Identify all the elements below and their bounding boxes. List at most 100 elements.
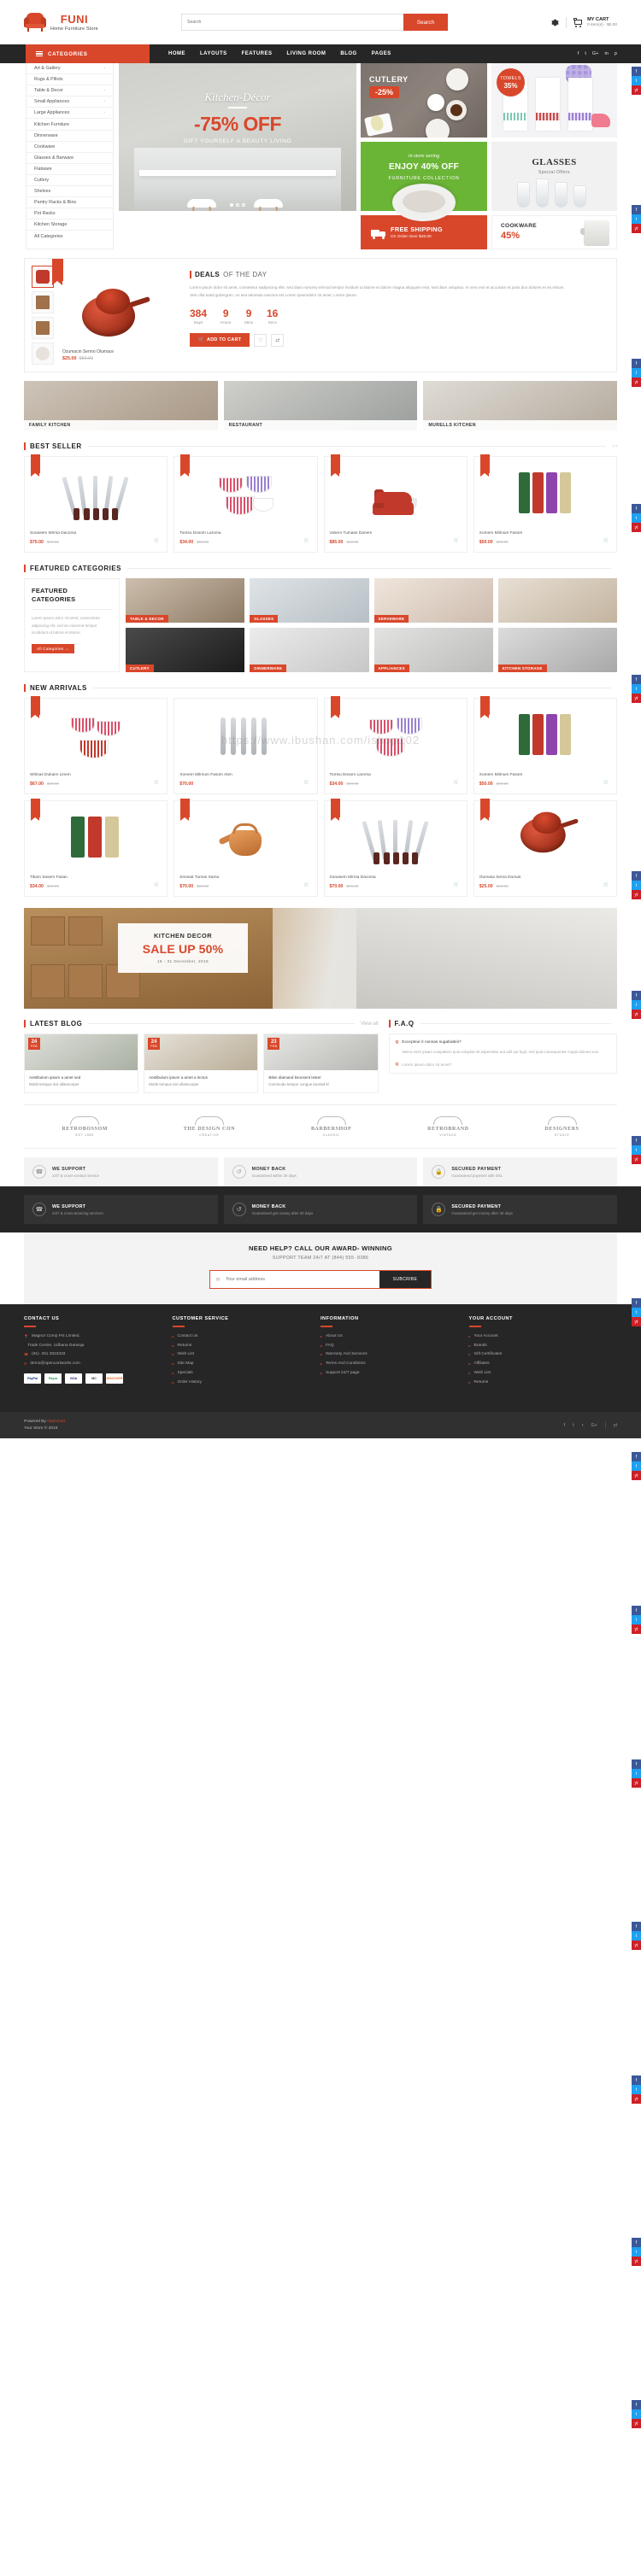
cart-icon[interactable]: 🛒 bbox=[304, 780, 312, 787]
nav-item-features[interactable]: FEATURES bbox=[242, 51, 273, 56]
powered-brand[interactable]: OpenCart bbox=[47, 1420, 65, 1424]
twitter-icon[interactable]: t bbox=[632, 214, 641, 224]
brand-logo[interactable]: RETROBOSSOM EST 1985 bbox=[62, 1116, 108, 1137]
blog-post[interactable]: 24 FEB Aestibulum ipsum a amet a lectus Mo… bbox=[144, 1033, 259, 1094]
product-card[interactable]: Sooasem Mirrsa Dacoma $70.00 $90.00 🛒 bbox=[323, 799, 468, 897]
newsletter-email-input[interactable] bbox=[226, 1271, 379, 1289]
nav-item-blog[interactable]: BLOG bbox=[340, 51, 356, 56]
footer-link[interactable]: ▸ Wish List bbox=[173, 1352, 321, 1356]
promo-cookware[interactable]: COOKWARE 45% bbox=[491, 215, 617, 249]
sidebar-item-art-gallery[interactable]: Art & Gallery › bbox=[26, 63, 113, 75]
footer-link[interactable]: ▸ Returns bbox=[173, 1344, 321, 1348]
categories-button[interactable]: CATEGORIES bbox=[26, 44, 150, 63]
footer-link[interactable]: ▸ About Us bbox=[320, 1334, 469, 1338]
featured-cell-dinnerware[interactable]: DINNERWARE bbox=[250, 628, 369, 672]
promo-cutlery[interactable]: CUTLERY -25% bbox=[361, 63, 487, 138]
twitter-icon[interactable]: t bbox=[632, 1615, 641, 1625]
carousel-arrows[interactable]: ‹ › bbox=[612, 444, 617, 449]
sidebar-item-dinnerware[interactable]: Dinnerware bbox=[26, 131, 113, 142]
footer-link[interactable]: ▸ Support 24/7 page bbox=[320, 1371, 469, 1375]
footer-link[interactable]: ▸ Brands bbox=[469, 1344, 618, 1348]
hero-carousel-dots[interactable] bbox=[230, 203, 245, 207]
youtube-icon[interactable]: yt bbox=[632, 1010, 641, 1019]
twitter-icon[interactable]: t bbox=[585, 51, 586, 56]
sidebar-item-glasses-barware[interactable]: Glasses & Barware bbox=[26, 153, 113, 164]
youtube-icon[interactable]: yt bbox=[632, 1155, 641, 1164]
search-input[interactable] bbox=[181, 14, 403, 31]
footer-link[interactable]: ▸ Wish List bbox=[469, 1371, 618, 1375]
sidebar-item-kitchen-storage[interactable]: Kitchen Storage bbox=[26, 220, 113, 231]
blog-post[interactable]: 24 FEB Aestibulum ipsum a amet sed Morbi t… bbox=[24, 1033, 139, 1094]
product-card[interactable]: Xomem Milmum Fasom $50.00 $90.00 🛒 bbox=[473, 696, 617, 794]
youtube-icon[interactable]: yt bbox=[632, 1317, 641, 1326]
facebook-icon[interactable]: f bbox=[632, 1136, 641, 1145]
featured-cell-table-decor[interactable]: TABLE & DECOR bbox=[126, 578, 245, 623]
deal-thumb[interactable] bbox=[32, 291, 54, 313]
footer-contact-item[interactable]: ✉ demo@opencartworks.com bbox=[24, 1361, 173, 1366]
sidebar-item-pot-racks[interactable]: Pot Racks bbox=[26, 208, 113, 220]
sidebar-item-rugs-pillots[interactable]: Rugs & Pillots bbox=[26, 74, 113, 86]
facebook-icon[interactable]: f bbox=[632, 2400, 641, 2409]
hero-banner[interactable]: Kitchen-Décor -75% OFF GIFT YOURSELF A B… bbox=[119, 63, 356, 211]
facebook-icon[interactable]: f bbox=[632, 1759, 641, 1769]
youtube-icon[interactable]: yt bbox=[632, 224, 641, 233]
search-button[interactable]: Search bbox=[403, 14, 448, 31]
sidebar-item-table-decor[interactable]: Table & Decor › bbox=[26, 85, 113, 97]
facebook-icon[interactable]: f bbox=[632, 205, 641, 214]
footer-link[interactable]: ▸ Warranty And Services bbox=[320, 1352, 469, 1356]
twitter-icon[interactable]: t bbox=[632, 513, 641, 523]
brand-logo[interactable]: BARBERSHOP CLASSIC bbox=[311, 1116, 351, 1137]
cart-widget[interactable]: MY CART 0 item(s) - $0.00 bbox=[573, 17, 617, 27]
sidebar-item-small-appliances[interactable]: Small Appliances › bbox=[26, 97, 113, 108]
sidebar-item-all-categories[interactable]: All Categories bbox=[26, 231, 113, 242]
twitter-icon[interactable]: t bbox=[632, 2085, 641, 2094]
facebook-icon[interactable]: f bbox=[632, 675, 641, 684]
product-card[interactable]: Tomsu Dosom Laroma $34.00 $90.00 🛒 bbox=[323, 696, 468, 794]
youtube-icon[interactable]: yt bbox=[632, 694, 641, 703]
cart-icon[interactable]: 🛒 bbox=[304, 882, 312, 890]
sidebar-item-kitchen-furniture[interactable]: Kitchen Furniture bbox=[26, 119, 113, 131]
nav-item-home[interactable]: HOME bbox=[168, 51, 185, 56]
twitter-icon[interactable]: t bbox=[632, 1308, 641, 1317]
twitter-icon[interactable]: t bbox=[632, 1461, 641, 1471]
sidebar-item-flatware[interactable]: Flatware bbox=[26, 164, 113, 175]
sidebar-item-cookware[interactable]: Cookware bbox=[26, 142, 113, 153]
featured-cell-serveware[interactable]: SERVEWARE bbox=[373, 578, 493, 623]
footer-link[interactable]: ▸ Specials bbox=[173, 1371, 321, 1375]
cart-icon[interactable]: 🛒 bbox=[154, 538, 162, 546]
twitter-icon[interactable]: t bbox=[632, 2247, 641, 2257]
facebook-icon[interactable]: f bbox=[632, 1606, 641, 1615]
facebook-icon[interactable]: f bbox=[632, 504, 641, 513]
footer-link[interactable]: ▸ Affiliates bbox=[469, 1361, 618, 1366]
twitter-icon[interactable]: t bbox=[632, 1145, 641, 1155]
facebook-icon[interactable]: f bbox=[564, 1423, 566, 1428]
cart-icon[interactable]: 🛒 bbox=[154, 780, 162, 787]
nav-item-living-room[interactable]: LIVING ROOM bbox=[287, 51, 326, 56]
facebook-icon[interactable]: f bbox=[632, 991, 641, 1000]
kitchen-decor-banner[interactable]: KITCHEN DECOR SALE UP 50% 18 - 31 Decemb… bbox=[24, 908, 617, 1009]
product-card[interactable]: Vasem Tumase Danem $85.00 $90.00 🛒 bbox=[323, 454, 468, 553]
product-card[interactable]: Smosat Tumas Sama $70.00 $90.00 🛒 bbox=[173, 799, 318, 897]
trio-card-family-kitchen[interactable]: FAMILY KITCHEN bbox=[24, 381, 218, 430]
featured-cell-cutlery[interactable]: CUTLERY bbox=[126, 628, 245, 672]
featured-cell-appliances[interactable]: APPLIANCES bbox=[373, 628, 493, 672]
nav-item-pages[interactable]: PAGES bbox=[372, 51, 391, 56]
deal-thumb[interactable] bbox=[32, 317, 54, 339]
youtube-icon[interactable]: yt bbox=[632, 890, 641, 899]
facebook-icon[interactable]: f bbox=[632, 2238, 641, 2247]
footer-link[interactable]: ▸ Returns bbox=[469, 1380, 618, 1385]
twitter-icon[interactable]: t bbox=[573, 1423, 574, 1428]
youtube-icon[interactable]: yt bbox=[632, 523, 641, 532]
youtube-icon[interactable]: yt bbox=[632, 2094, 641, 2104]
featured-cell-glasses[interactable]: GLASSES bbox=[250, 578, 369, 623]
product-card[interactable]: Oumasa Sema Dumas $25.00 $50.00 🛒 bbox=[473, 799, 617, 897]
product-card[interactable]: Xomem Milmum Fasom Aten $70.00 🛒 bbox=[173, 698, 318, 794]
footer-link[interactable]: ▸ Site Map bbox=[173, 1361, 321, 1366]
youtube-icon[interactable]: yt bbox=[632, 2419, 641, 2428]
deal-thumb[interactable] bbox=[32, 342, 54, 365]
facebook-icon[interactable]: f bbox=[632, 1922, 641, 1931]
facebook-icon[interactable]: f bbox=[632, 67, 641, 76]
blog-view-all[interactable]: View all bbox=[361, 1022, 379, 1027]
youtube-icon[interactable]: yt bbox=[632, 1625, 641, 1634]
youtube-icon[interactable]: yt bbox=[632, 1778, 641, 1788]
